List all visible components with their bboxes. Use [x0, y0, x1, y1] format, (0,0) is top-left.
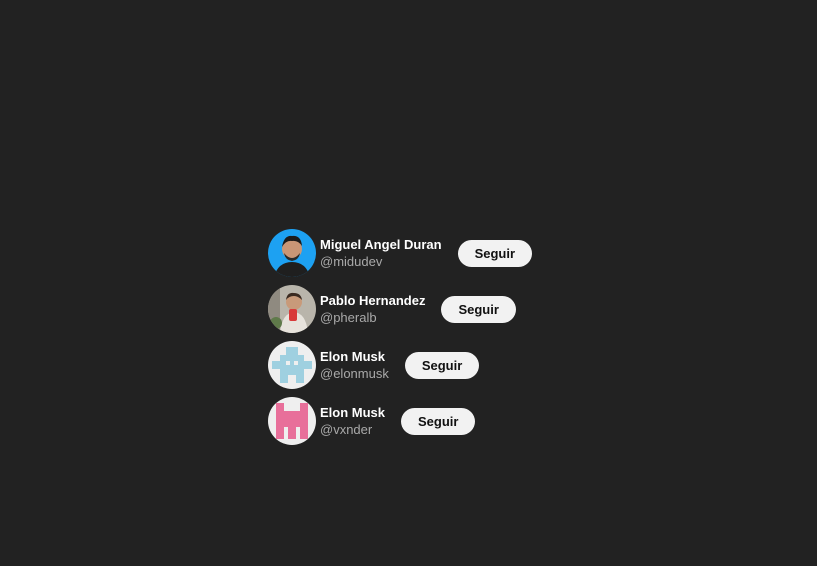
user-name: Miguel Angel Duran: [320, 237, 442, 252]
follow-button[interactable]: Seguir: [401, 407, 476, 435]
user-info: Miguel Angel Duran @midudev: [320, 236, 442, 270]
follow-button[interactable]: Seguir: [441, 295, 516, 323]
user-card: Elon Musk @elonmusk Seguir: [268, 341, 548, 389]
avatar[interactable]: [268, 341, 316, 389]
avatar[interactable]: [268, 229, 316, 277]
follow-suggestions: Miguel Angel Duran @midudev Seguir Pablo…: [0, 0, 817, 566]
user-card: Pablo Hernandez @pheralb Seguir: [268, 285, 548, 333]
user-handle: @pheralb: [320, 310, 377, 325]
avatar[interactable]: [268, 285, 316, 333]
follow-button[interactable]: Seguir: [457, 239, 533, 267]
user-card: Elon Musk @vxnder Seguir: [268, 397, 548, 445]
user-info: Elon Musk @elonmusk: [320, 348, 389, 382]
avatar[interactable]: [268, 397, 316, 445]
user-info: Elon Musk @vxnder: [320, 404, 385, 438]
user-handle: @vxnder: [320, 422, 373, 437]
follow-button[interactable]: Seguir: [404, 351, 480, 379]
user-name: Pablo Hernandez: [320, 293, 426, 308]
user-info: Pablo Hernandez @pheralb: [320, 292, 425, 326]
user-handle: @midudev: [320, 254, 383, 269]
user-handle: @elonmusk: [320, 366, 389, 381]
user-name: Elon Musk: [320, 349, 386, 364]
user-name: Elon Musk: [320, 405, 386, 420]
user-card: Miguel Angel Duran @midudev Seguir: [268, 229, 548, 277]
